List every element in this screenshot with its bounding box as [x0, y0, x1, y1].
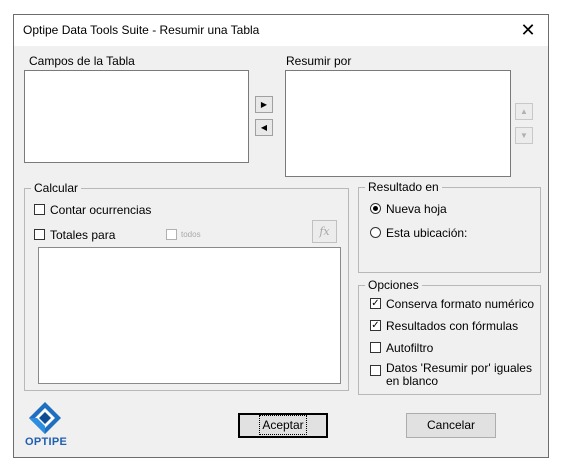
cancel-label: Cancelar	[426, 418, 476, 432]
totals-label: Totales para	[50, 228, 116, 242]
this-location-label: Esta ubicación:	[386, 226, 468, 240]
count-label: Contar ocurrencias	[50, 203, 152, 217]
new-sheet-label: Nueva hoja	[386, 202, 447, 216]
all-checkbox[interactable]	[166, 229, 177, 240]
cancel-button[interactable]: Cancelar	[406, 413, 496, 438]
formulas-label: Resultados con fórmulas	[386, 319, 519, 333]
keep-format-label: Conserva formato numérico	[386, 297, 535, 311]
dialog-window: Optipe Data Tools Suite - Resumir una Ta…	[13, 14, 549, 458]
autofilter-label: Autofiltro	[386, 341, 434, 355]
new-sheet-radio[interactable]	[370, 203, 381, 214]
summarize-label: Resumir por	[286, 54, 352, 68]
totals-listbox[interactable]	[38, 247, 341, 384]
formulas-checkbox[interactable]: ✓	[370, 320, 381, 331]
fx-button[interactable]: fx	[312, 220, 337, 243]
accept-button[interactable]: Aceptar	[238, 413, 328, 438]
all-label: todos	[181, 230, 201, 239]
this-location-radio[interactable]	[370, 227, 381, 238]
keep-format-checkbox[interactable]: ✓	[370, 298, 381, 309]
summarize-listbox[interactable]	[285, 70, 511, 177]
result-legend: Resultado en	[365, 180, 442, 194]
close-icon[interactable]: ✕	[508, 15, 548, 46]
blank-dupes-checkbox[interactable]	[370, 365, 381, 376]
count-checkbox[interactable]	[34, 204, 45, 215]
title-bar: Optipe Data Tools Suite - Resumir una Ta…	[14, 15, 548, 46]
logo-text: OPTIPE	[25, 436, 68, 448]
move-down-button[interactable]: ▼	[515, 127, 533, 144]
fields-label: Campos de la Tabla	[29, 54, 135, 68]
totals-checkbox[interactable]	[34, 229, 45, 240]
autofilter-checkbox[interactable]	[370, 342, 381, 353]
fx-label: fx	[319, 225, 330, 238]
calc-legend: Calcular	[31, 181, 82, 195]
options-legend: Opciones	[365, 278, 422, 292]
move-up-button[interactable]: ▲	[515, 103, 533, 120]
blank-dupes-label: Datos 'Resumir por' iguales en blanco	[386, 361, 532, 388]
accept-label: Aceptar	[259, 415, 307, 435]
optipe-logo-icon	[29, 402, 61, 434]
window-title: Optipe Data Tools Suite - Resumir una Ta…	[23, 23, 260, 37]
move-right-button[interactable]: ▶	[255, 96, 273, 113]
fields-listbox[interactable]	[24, 70, 249, 163]
move-left-button[interactable]: ◀	[255, 119, 273, 136]
